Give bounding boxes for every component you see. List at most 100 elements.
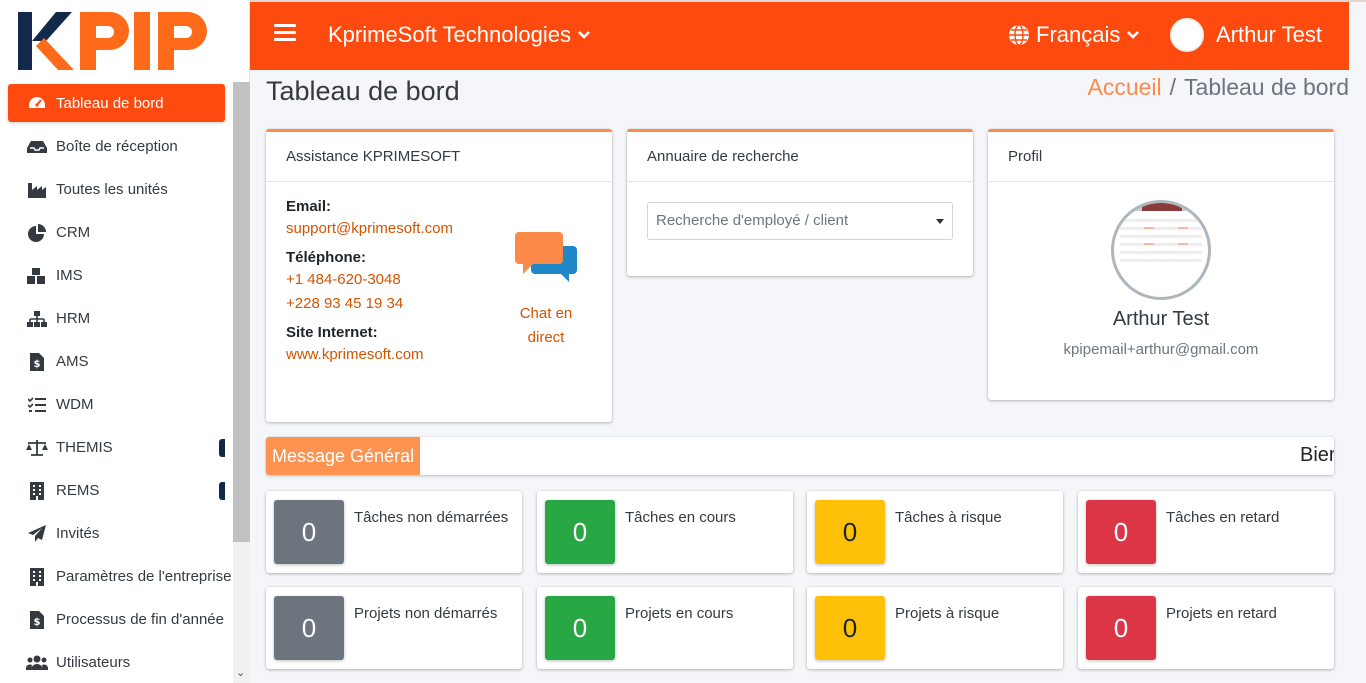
- sidebar: Tableau de bord Boîte de réception Toute…: [0, 0, 250, 683]
- stat-label: Projets non démarrés: [354, 605, 498, 622]
- assistance-card-header: Assistance KPRIMESOFT: [266, 132, 612, 182]
- stat-value: 0: [815, 500, 885, 564]
- sidebar-item-ams[interactable]: $ AMS: [0, 340, 233, 383]
- sidebar-item-wdm[interactable]: WDM: [0, 383, 233, 426]
- boxes-icon: [26, 267, 48, 285]
- live-chat-label-line2: direct: [527, 329, 565, 346]
- sidebar-item-crm[interactable]: CRM: [0, 211, 233, 254]
- support-email-link[interactable]: support@kprimesoft.com: [286, 220, 453, 237]
- general-message-bar: Message Général Bienvenue: [266, 437, 1334, 475]
- svg-text:$: $: [34, 359, 41, 370]
- hamburger-menu-icon[interactable]: [274, 24, 296, 42]
- language-label: Français: [1036, 22, 1121, 47]
- sidebar-scrollbar[interactable]: ⌄: [233, 82, 250, 683]
- pie-chart-icon: [26, 223, 48, 242]
- sidebar-item-label: WDM: [56, 396, 94, 413]
- sidebar-nav: Tableau de bord Boîte de réception Toute…: [0, 82, 233, 683]
- general-message-label: Message Général: [266, 437, 421, 475]
- sidebar-item-label: THEMIS: [56, 439, 113, 456]
- building-icon: [26, 481, 48, 500]
- sidebar-item-year-end[interactable]: $ Processus de fin d'année: [0, 598, 233, 641]
- sidebar-item-units[interactable]: Toutes les unités: [0, 168, 233, 211]
- sidebar-item-label: Invités: [56, 525, 100, 542]
- profile-card: Profil Arthur Test kpipemail+arthur@gmai…: [988, 129, 1334, 400]
- sidebar-item-label: HRM: [56, 310, 91, 327]
- breadcrumb-current: Tableau de bord: [1184, 74, 1349, 100]
- stat-value: 0: [815, 596, 885, 660]
- live-chat-button[interactable]: Chat en direct: [506, 232, 586, 350]
- scroll-down-arrow-icon[interactable]: ⌄: [236, 666, 245, 679]
- sidebar-item-users[interactable]: Utilisateurs: [0, 641, 233, 683]
- sidebar-item-dashboard[interactable]: Tableau de bord: [8, 84, 225, 122]
- sidebar-item-label: Toutes les unités: [56, 181, 168, 198]
- stat-value: 0: [274, 500, 344, 564]
- stat-value: 0: [545, 596, 615, 660]
- sidebar-item-inbox[interactable]: Boîte de réception: [0, 125, 233, 168]
- website-link[interactable]: www.kprimesoft.com: [286, 346, 424, 363]
- language-selector[interactable]: Français: [1008, 22, 1140, 48]
- profile-name: Arthur Test: [1112, 308, 1210, 330]
- stat-value: 0: [1086, 500, 1156, 564]
- stat-tasks-at-risk[interactable]: 0 Tâches à risque: [807, 491, 1063, 573]
- email-label: Email:: [286, 198, 332, 215]
- sidebar-item-label: Boîte de réception: [56, 138, 178, 155]
- sitemap-icon: [26, 310, 48, 328]
- file-dollar-icon: $: [26, 610, 48, 629]
- sidebar-item-label: REMS: [56, 482, 100, 499]
- stat-label: Projets à risque: [895, 605, 1000, 622]
- sidebar-item-ims[interactable]: IMS: [0, 254, 233, 297]
- sidebar-item-label: IMS: [56, 267, 83, 284]
- stat-label: Tâches à risque: [895, 509, 1002, 526]
- profile-email: kpipemail+arthur@gmail.com: [1063, 341, 1259, 358]
- stat-value: 0: [274, 596, 344, 660]
- general-message-scrolling-text: Bienvenue: [1300, 444, 1334, 466]
- user-menu[interactable]: Arthur Test: [1170, 18, 1322, 52]
- profile-card-header: Profil: [988, 132, 1334, 182]
- sidebar-item-themis[interactable]: THEMIS: [0, 426, 233, 469]
- industry-icon: [26, 181, 48, 199]
- sidebar-item-rems[interactable]: REMS: [0, 469, 233, 512]
- stat-projects-late[interactable]: 0 Projets en retard: [1078, 587, 1334, 669]
- stat-label: Tâches non démarrées: [354, 509, 509, 526]
- assistance-card: Assistance KPRIMESOFT Email: support@kpr…: [266, 129, 612, 422]
- window-edge: [1349, 2, 1366, 72]
- breadcrumb: Accueil / Tableau de bord: [1087, 74, 1349, 101]
- building-icon: [26, 567, 48, 586]
- directory-card-body: Recherche d'employé / client: [627, 182, 973, 256]
- stat-projects-in-progress[interactable]: 0 Projets en cours: [537, 587, 793, 669]
- stat-value: 0: [545, 500, 615, 564]
- stat-label: Tâches en retard: [1166, 509, 1280, 526]
- sidebar-item-hrm[interactable]: HRM: [0, 297, 233, 340]
- company-name: KprimeSoft Technologies: [328, 22, 571, 47]
- chat-bubbles-icon: [515, 232, 577, 282]
- kpip-logo[interactable]: [0, 0, 249, 82]
- stat-projects-not-started[interactable]: 0 Projets non démarrés: [266, 587, 522, 669]
- stat-label: Projets en cours: [625, 605, 734, 622]
- logo-graphic: [18, 12, 207, 70]
- tasks-icon: [26, 396, 48, 414]
- dropdown-caret-icon: [936, 219, 944, 224]
- sidebar-item-guests[interactable]: Invités: [0, 512, 233, 555]
- stat-tasks-not-started[interactable]: 0 Tâches non démarrées: [266, 491, 522, 573]
- paper-plane-icon: [26, 524, 48, 543]
- notification-badge: [219, 438, 225, 457]
- users-icon: [26, 654, 48, 672]
- chevron-down-icon: [1127, 31, 1140, 39]
- stat-tasks-late[interactable]: 0 Tâches en retard: [1078, 491, 1334, 573]
- avatar-image: [1114, 203, 1208, 262]
- live-chat-label-line1: Chat en: [519, 305, 573, 322]
- page-title: Tableau de bord: [266, 76, 460, 106]
- sidebar-item-label: Utilisateurs: [56, 654, 131, 671]
- company-selector[interactable]: KprimeSoft Technologies: [328, 22, 591, 48]
- dashboard-icon: [26, 94, 48, 112]
- sidebar-item-label: Paramètres de l'entreprise: [56, 568, 232, 585]
- notification-badge: [219, 481, 225, 500]
- breadcrumb-home-link[interactable]: Accueil: [1087, 74, 1161, 100]
- stat-projects-at-risk[interactable]: 0 Projets à risque: [807, 587, 1063, 669]
- employee-client-search-select[interactable]: Recherche d'employé / client: [647, 202, 953, 240]
- sidebar-item-company-settings[interactable]: Paramètres de l'entreprise: [0, 555, 233, 598]
- profile-avatar: [1111, 200, 1211, 300]
- directory-card-header: Annuaire de recherche: [627, 132, 973, 182]
- scrollbar-thumb[interactable]: [233, 82, 250, 542]
- stat-tasks-in-progress[interactable]: 0 Tâches en cours: [537, 491, 793, 573]
